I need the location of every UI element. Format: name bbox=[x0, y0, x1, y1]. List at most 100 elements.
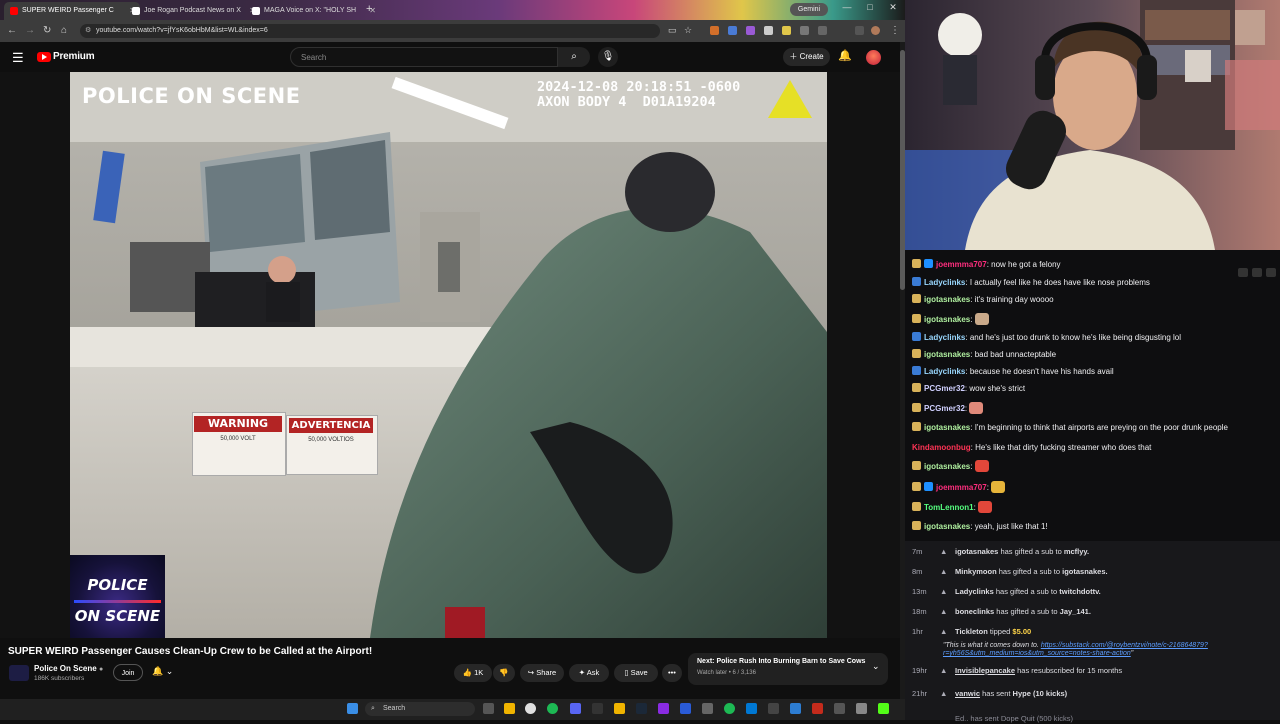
event-username[interactable]: igotasnakes bbox=[955, 547, 998, 556]
ask-button[interactable]: ✦ Ask bbox=[569, 664, 609, 682]
join-button[interactable]: Join bbox=[113, 664, 143, 681]
browser-tab-youtube[interactable]: SUPER WEIRD Passenger C ✕ bbox=[4, 2, 140, 20]
chat-username[interactable]: PCGmer32 bbox=[924, 384, 965, 393]
app-icon[interactable] bbox=[768, 703, 779, 714]
gemini-button[interactable]: Gemini bbox=[790, 3, 828, 16]
chat-username[interactable]: joemmma707 bbox=[936, 483, 987, 492]
event-username[interactable]: vanwic bbox=[955, 689, 980, 698]
chevron-down-icon[interactable]: ⌄ bbox=[872, 661, 880, 672]
reload-icon[interactable]: ↻ bbox=[43, 25, 51, 36]
minimize-button[interactable]: — bbox=[836, 2, 858, 12]
chat-username[interactable]: Kindamoonbug bbox=[912, 443, 971, 452]
channel-avatar[interactable] bbox=[9, 665, 29, 681]
forward-arrow-icon[interactable]: → bbox=[25, 25, 35, 36]
profile-avatar-icon[interactable] bbox=[871, 26, 880, 35]
browser-menu-icon[interactable]: ⋮ bbox=[890, 25, 900, 36]
chat-badge-icon[interactable] bbox=[912, 332, 921, 341]
discord-icon[interactable] bbox=[570, 703, 581, 714]
browser-tab-x-2[interactable]: MAGA Voice on X: "HOLY SH ✕ bbox=[246, 2, 380, 20]
video-player[interactable] bbox=[70, 72, 827, 638]
event-username[interactable]: Ladyclinks bbox=[955, 587, 994, 596]
extension-icon[interactable] bbox=[855, 26, 864, 35]
event-target[interactable]: twitchdottv. bbox=[1059, 587, 1101, 596]
chat-badge-icon[interactable] bbox=[924, 482, 933, 491]
new-tab-button[interactable]: + bbox=[366, 3, 372, 15]
extension-icon[interactable] bbox=[710, 26, 719, 35]
next-video-title[interactable]: Next: Police Rush Into Burning Barn to S… bbox=[697, 658, 865, 665]
chat-badge-icon[interactable] bbox=[912, 521, 921, 530]
app-icon[interactable] bbox=[702, 703, 713, 714]
app-icon[interactable] bbox=[834, 703, 845, 714]
youtube-premium-label[interactable]: Premium bbox=[53, 51, 95, 62]
task-view-icon[interactable] bbox=[483, 703, 494, 714]
chat-badge-icon[interactable] bbox=[912, 259, 921, 268]
chat-username[interactable]: PCGmer32 bbox=[924, 404, 965, 413]
chat-username[interactable]: Ladyclinks bbox=[924, 367, 965, 376]
tip-link-cont[interactable]: r=yh56S&utm_medium=ios&utm_source=notes-… bbox=[943, 650, 1131, 657]
app-icon[interactable] bbox=[592, 703, 603, 714]
account-avatar[interactable] bbox=[866, 50, 881, 65]
like-button[interactable]: 👍 1K bbox=[454, 664, 492, 682]
chat-badge-icon[interactable] bbox=[912, 422, 921, 431]
chat-badge-icon[interactable] bbox=[912, 294, 921, 303]
subscription-bell-icon[interactable]: 🔔 ⌄ bbox=[152, 666, 173, 677]
windows-start-icon[interactable] bbox=[347, 703, 358, 714]
close-window-button[interactable]: ✕ bbox=[882, 2, 904, 13]
chat-username[interactable]: Ladyclinks bbox=[924, 333, 965, 342]
event-username[interactable]: Invisiblepancake bbox=[955, 666, 1015, 675]
event-target[interactable]: Jay_141. bbox=[1060, 607, 1091, 616]
chat-username[interactable]: igotasnakes bbox=[924, 350, 970, 359]
event-target[interactable]: Hype (10 kicks) bbox=[1013, 689, 1068, 698]
chat-badge-icon[interactable] bbox=[912, 502, 921, 511]
chat-settings-icon[interactable] bbox=[1252, 268, 1262, 277]
app-icon[interactable] bbox=[547, 703, 558, 714]
app-icon[interactable] bbox=[680, 703, 691, 714]
chat-popout-icon[interactable] bbox=[1266, 268, 1276, 277]
youtube-logo-icon[interactable] bbox=[37, 52, 51, 62]
cast-icon[interactable]: ▭ bbox=[668, 25, 677, 36]
chat-username[interactable]: igotasnakes bbox=[924, 295, 970, 304]
chat-badge-icon[interactable] bbox=[912, 482, 921, 491]
extension-icon[interactable] bbox=[782, 26, 791, 35]
chat-badge-icon[interactable] bbox=[912, 383, 921, 392]
chat-username[interactable]: igotasnakes bbox=[924, 315, 970, 324]
chat-badge-icon[interactable] bbox=[912, 366, 921, 375]
extensions-puzzle-icon[interactable] bbox=[800, 26, 809, 35]
chat-username[interactable]: igotasnakes bbox=[924, 423, 970, 432]
chat-badge-icon[interactable] bbox=[924, 259, 933, 268]
home-icon[interactable]: ⌂ bbox=[61, 25, 67, 36]
more-actions-button[interactable]: ••• bbox=[662, 664, 682, 682]
dislike-button[interactable]: 👎 bbox=[493, 664, 515, 682]
event-target[interactable]: mcflyy. bbox=[1064, 547, 1089, 556]
event-username[interactable]: Tickleton bbox=[955, 627, 988, 636]
back-arrow-icon[interactable]: ← bbox=[7, 25, 17, 36]
chat-username[interactable]: Ladyclinks bbox=[924, 278, 965, 287]
steam-icon[interactable] bbox=[636, 703, 647, 714]
notifications-bell-icon[interactable]: 🔔 bbox=[838, 49, 852, 62]
chat-badge-icon[interactable] bbox=[912, 349, 921, 358]
app-icon[interactable] bbox=[812, 703, 823, 714]
chat-pin-icon[interactable] bbox=[1238, 268, 1248, 277]
chat-badge-icon[interactable] bbox=[912, 314, 921, 323]
spotify-icon[interactable] bbox=[724, 703, 735, 714]
event-target[interactable]: igotasnakes. bbox=[1062, 567, 1107, 576]
hamburger-menu-icon[interactable]: ☰ bbox=[12, 50, 24, 66]
chat-badge-icon[interactable] bbox=[912, 403, 921, 412]
side-panel-icon[interactable] bbox=[818, 26, 827, 35]
extension-icon[interactable] bbox=[728, 26, 737, 35]
create-button[interactable]: ＋ Create bbox=[783, 48, 830, 66]
maximize-button[interactable]: □ bbox=[859, 2, 881, 12]
site-info-icon[interactable]: ⚙ bbox=[85, 26, 91, 34]
taskbar-search[interactable]: ⌕ Search bbox=[365, 702, 475, 716]
extension-icon[interactable] bbox=[764, 26, 773, 35]
folder-icon[interactable] bbox=[614, 703, 625, 714]
chat-username[interactable]: joemmma707 bbox=[936, 260, 987, 269]
event-username[interactable]: Minkymoon bbox=[955, 567, 997, 576]
channel-name[interactable]: Police On Scene ● bbox=[34, 664, 103, 673]
share-button[interactable]: ↪ Share bbox=[520, 664, 564, 682]
voice-search-button[interactable]: 🎙 bbox=[598, 47, 618, 67]
extension-icon[interactable] bbox=[746, 26, 755, 35]
chat-username[interactable]: TomLennon1 bbox=[924, 503, 974, 512]
chat-badge-icon[interactable] bbox=[912, 277, 921, 286]
app-icon[interactable] bbox=[790, 703, 801, 714]
